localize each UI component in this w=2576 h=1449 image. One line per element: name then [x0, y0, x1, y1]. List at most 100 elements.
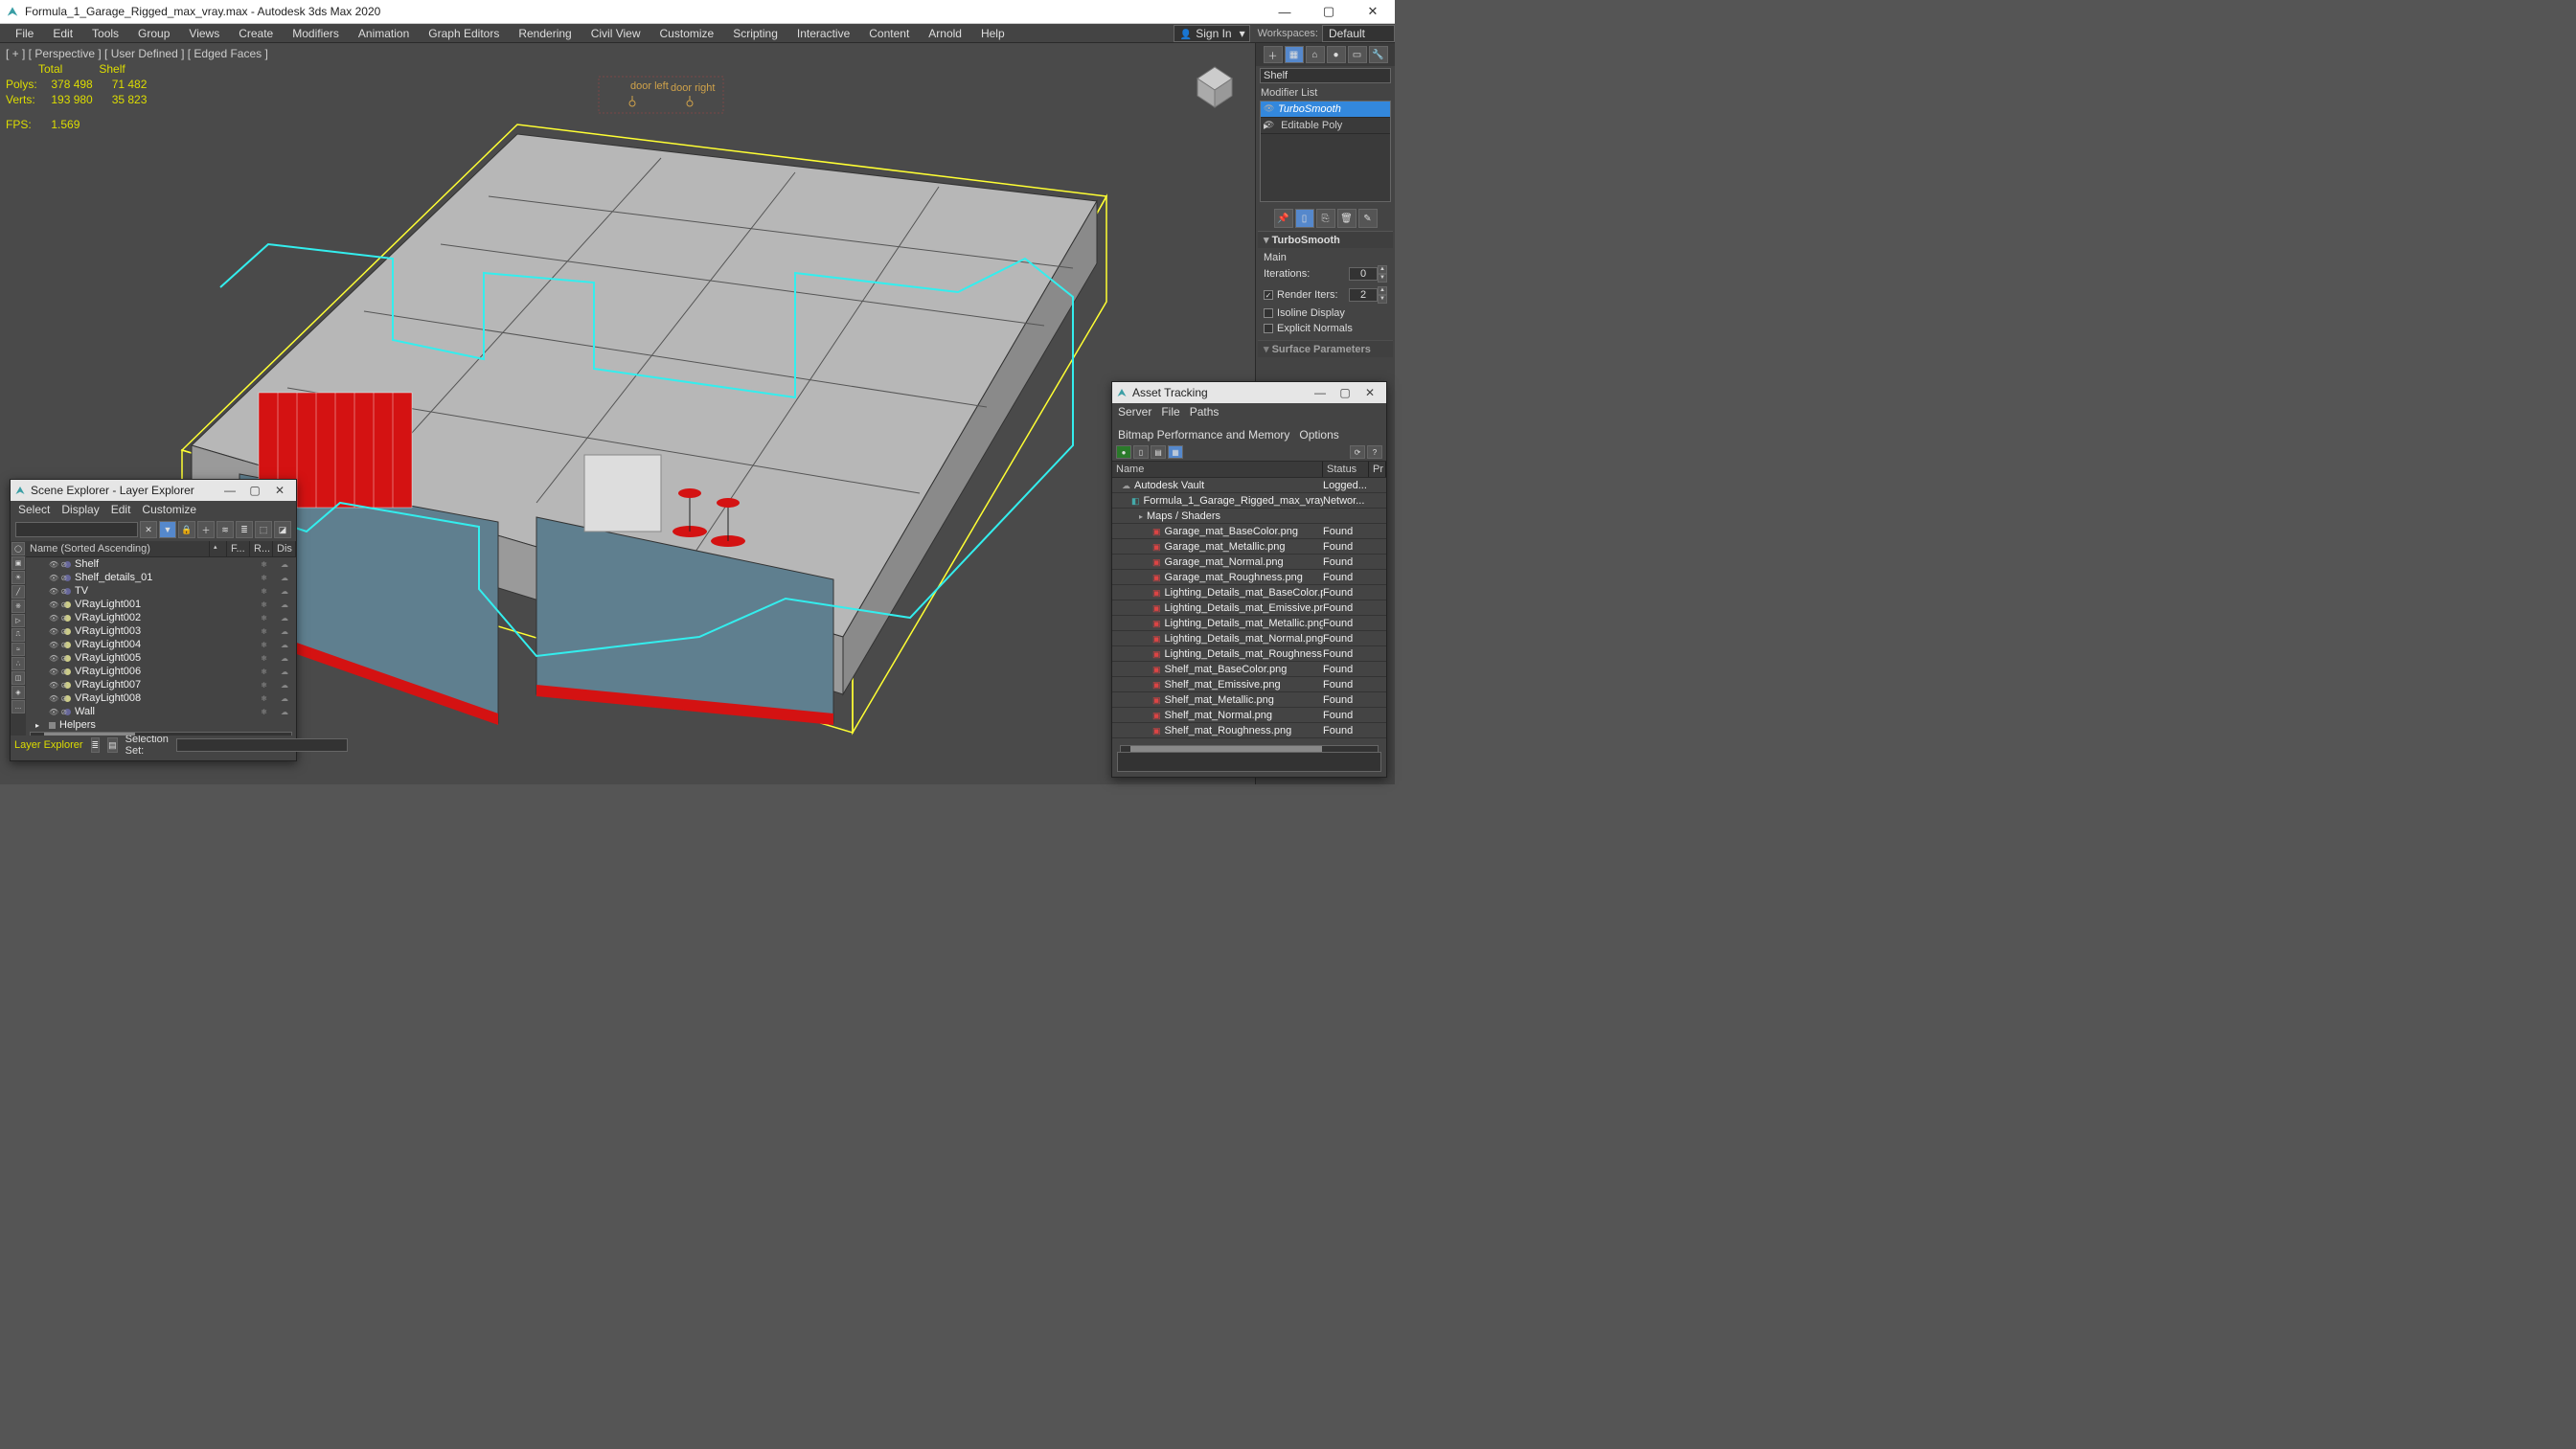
menu-file[interactable]: File — [6, 24, 43, 42]
se-row[interactable]: 👁 ⊘VRayLight008❄☁ — [26, 691, 296, 705]
filter-shape-icon[interactable]: ╱ — [11, 585, 25, 599]
at-row[interactable]: Shelf_mat_BaseColor.pngFound — [1112, 662, 1386, 677]
menu-civil-view[interactable]: Civil View — [581, 24, 650, 42]
se-tool3[interactable]: ⬚ — [255, 521, 272, 538]
iter-down[interactable]: ▼ — [1378, 274, 1387, 283]
at-row[interactable]: Garage_mat_Metallic.pngFound — [1112, 539, 1386, 555]
menu-group[interactable]: Group — [128, 24, 179, 42]
at-row[interactable]: Shelf_mat_Normal.pngFound — [1112, 708, 1386, 723]
se-menu-select[interactable]: Select — [18, 503, 50, 516]
at-titlebar[interactable]: Asset Tracking — ▢ ✕ — [1112, 382, 1386, 403]
filter-xref-icon[interactable]: ◈ — [11, 686, 25, 699]
menu-modifiers[interactable]: Modifiers — [283, 24, 349, 42]
utilities-tab[interactable]: 🔧 — [1369, 46, 1388, 63]
close-button[interactable]: ✕ — [1351, 0, 1395, 23]
menu-customize[interactable]: Customize — [650, 24, 724, 42]
at-refresh-button[interactable]: ● — [1116, 445, 1131, 459]
se-max-button[interactable]: ▢ — [242, 484, 267, 497]
make-unique-button[interactable]: ⎘ — [1316, 209, 1335, 228]
create-tab[interactable]: ＋ — [1264, 46, 1283, 63]
at-row[interactable]: Lighting_Details_mat_BaseColor.pngFound — [1112, 585, 1386, 600]
se-menu-edit[interactable]: Edit — [111, 503, 131, 516]
render-iters-check[interactable]: ✓ — [1264, 290, 1273, 300]
menu-views[interactable]: Views — [179, 24, 229, 42]
rollup-surface[interactable]: Surface Parameters — [1258, 340, 1393, 357]
filter-cam-icon[interactable]: ▷ — [11, 614, 25, 627]
display-tab[interactable]: ▭ — [1348, 46, 1367, 63]
at-menu-server[interactable]: Server — [1118, 405, 1151, 419]
at-col-status[interactable]: Status — [1323, 462, 1369, 477]
se-menu-display[interactable]: Display — [61, 503, 99, 516]
filter-space-icon[interactable]: ≈ — [11, 643, 25, 656]
at-row[interactable]: Garage_mat_BaseColor.pngFound — [1112, 524, 1386, 539]
at-row[interactable]: Garage_mat_Normal.pngFound — [1112, 555, 1386, 570]
se-row[interactable]: 👁 ⊘VRayLight001❄☁ — [26, 598, 296, 611]
isoline-check[interactable] — [1264, 308, 1273, 318]
se-row[interactable]: 👁 ⊘VRayLight003❄☁ — [26, 624, 296, 638]
se-row[interactable]: 👁 ⊘VRayLight005❄☁ — [26, 651, 296, 665]
se-min-button[interactable]: — — [217, 484, 242, 497]
at-menu-file[interactable]: File — [1161, 405, 1179, 419]
se-row[interactable]: 👁 ⊘Shelf❄☁ — [26, 557, 296, 571]
at-row[interactable]: Shelf_mat_Metallic.pngFound — [1112, 692, 1386, 708]
at-path-input[interactable] — [1117, 752, 1381, 772]
se-lock-button[interactable]: 🔒 — [178, 521, 195, 538]
iterations-input[interactable] — [1349, 267, 1378, 281]
se-filter-button[interactable]: ▼ — [159, 521, 176, 538]
se-row[interactable]: 👁 ⊘VRayLight002❄☁ — [26, 611, 296, 624]
se-add-button[interactable]: ＋ — [197, 521, 215, 538]
se-close-button[interactable]: ✕ — [267, 484, 292, 497]
menu-content[interactable]: Content — [859, 24, 919, 42]
rend-down[interactable]: ▼ — [1378, 295, 1387, 304]
show-end-result-button[interactable]: ▯ — [1295, 209, 1314, 228]
se-tool4[interactable]: ◪ — [274, 521, 291, 538]
se-clear-button[interactable]: ✕ — [140, 521, 157, 538]
filter-all-icon[interactable]: ◯ — [11, 542, 25, 555]
at-max-button[interactable]: ▢ — [1333, 386, 1357, 399]
menu-rendering[interactable]: Rendering — [509, 24, 581, 42]
menu-interactive[interactable]: Interactive — [787, 24, 859, 42]
se-row[interactable]: 👁 ⊘TV❄☁ — [26, 584, 296, 598]
se-menu-customize[interactable]: Customize — [142, 503, 196, 516]
se-col-name[interactable]: Name (Sorted Ascending) — [26, 541, 210, 556]
normals-check[interactable] — [1264, 324, 1273, 333]
motion-tab[interactable]: ● — [1327, 46, 1346, 63]
filter-part-icon[interactable]: ∴ — [11, 657, 25, 670]
se-row[interactable]: 👁 ⊘VRayLight007❄☁ — [26, 678, 296, 691]
modifier-turbosmooth[interactable]: TurboSmooth — [1261, 102, 1390, 118]
at-row[interactable]: Autodesk VaultLogged... — [1112, 478, 1386, 493]
pin-stack-button[interactable]: 📌 — [1274, 209, 1293, 228]
at-min-button[interactable]: — — [1308, 386, 1333, 399]
modifier-editable-poly[interactable]: ▸ Editable Poly — [1261, 118, 1390, 134]
render-iters-input[interactable] — [1349, 288, 1378, 302]
filter-group-icon[interactable]: ◫ — [11, 671, 25, 685]
layer-tree-button[interactable]: ▤ — [107, 737, 118, 753]
se-row[interactable]: 👁 ⊘Shelf_details_01❄☁ — [26, 571, 296, 584]
at-row[interactable]: Lighting_Details_mat_Roughness.pngFound — [1112, 646, 1386, 662]
filter-helper-icon[interactable]: ※ — [11, 600, 25, 613]
at-row[interactable]: Shelf_mat_Emissive.pngFound — [1112, 677, 1386, 692]
hierarchy-tab[interactable]: ⌂ — [1306, 46, 1325, 63]
viewcube[interactable] — [1197, 67, 1232, 107]
se-tool1[interactable]: ≋ — [217, 521, 234, 538]
modify-tab[interactable]: ▦ — [1285, 46, 1304, 63]
rollup-turbosmooth[interactable]: TurboSmooth — [1258, 231, 1393, 248]
se-search-input[interactable] — [15, 522, 138, 537]
menu-edit[interactable]: Edit — [43, 24, 82, 42]
workspaces-select[interactable]: Default — [1322, 25, 1395, 42]
layer-explorer-label[interactable]: Layer Explorer — [14, 739, 83, 751]
se-row[interactable]: 👁 ⊘Wall❄☁ — [26, 705, 296, 718]
at-row[interactable]: Lighting_Details_mat_Normal.pngFound — [1112, 631, 1386, 646]
object-name-input[interactable] — [1260, 68, 1391, 83]
layer-menu-button[interactable]: ≣ — [91, 737, 101, 753]
at-row[interactable]: Garage_mat_Roughness.pngFound — [1112, 570, 1386, 585]
at-row[interactable]: Lighting_Details_mat_Emissive.pngFound — [1112, 600, 1386, 616]
menu-graph-editors[interactable]: Graph Editors — [419, 24, 509, 42]
at-tool1[interactable]: ▯ — [1133, 445, 1149, 459]
at-menu-options[interactable]: Options — [1299, 428, 1338, 441]
scene-explorer-titlebar[interactable]: Scene Explorer - Layer Explorer — ▢ ✕ — [11, 480, 296, 501]
minimize-button[interactable]: — — [1263, 0, 1307, 23]
rend-up[interactable]: ▲ — [1378, 286, 1387, 295]
at-col-name[interactable]: Name — [1112, 462, 1323, 477]
at-row[interactable]: Maps / Shaders — [1112, 509, 1386, 524]
